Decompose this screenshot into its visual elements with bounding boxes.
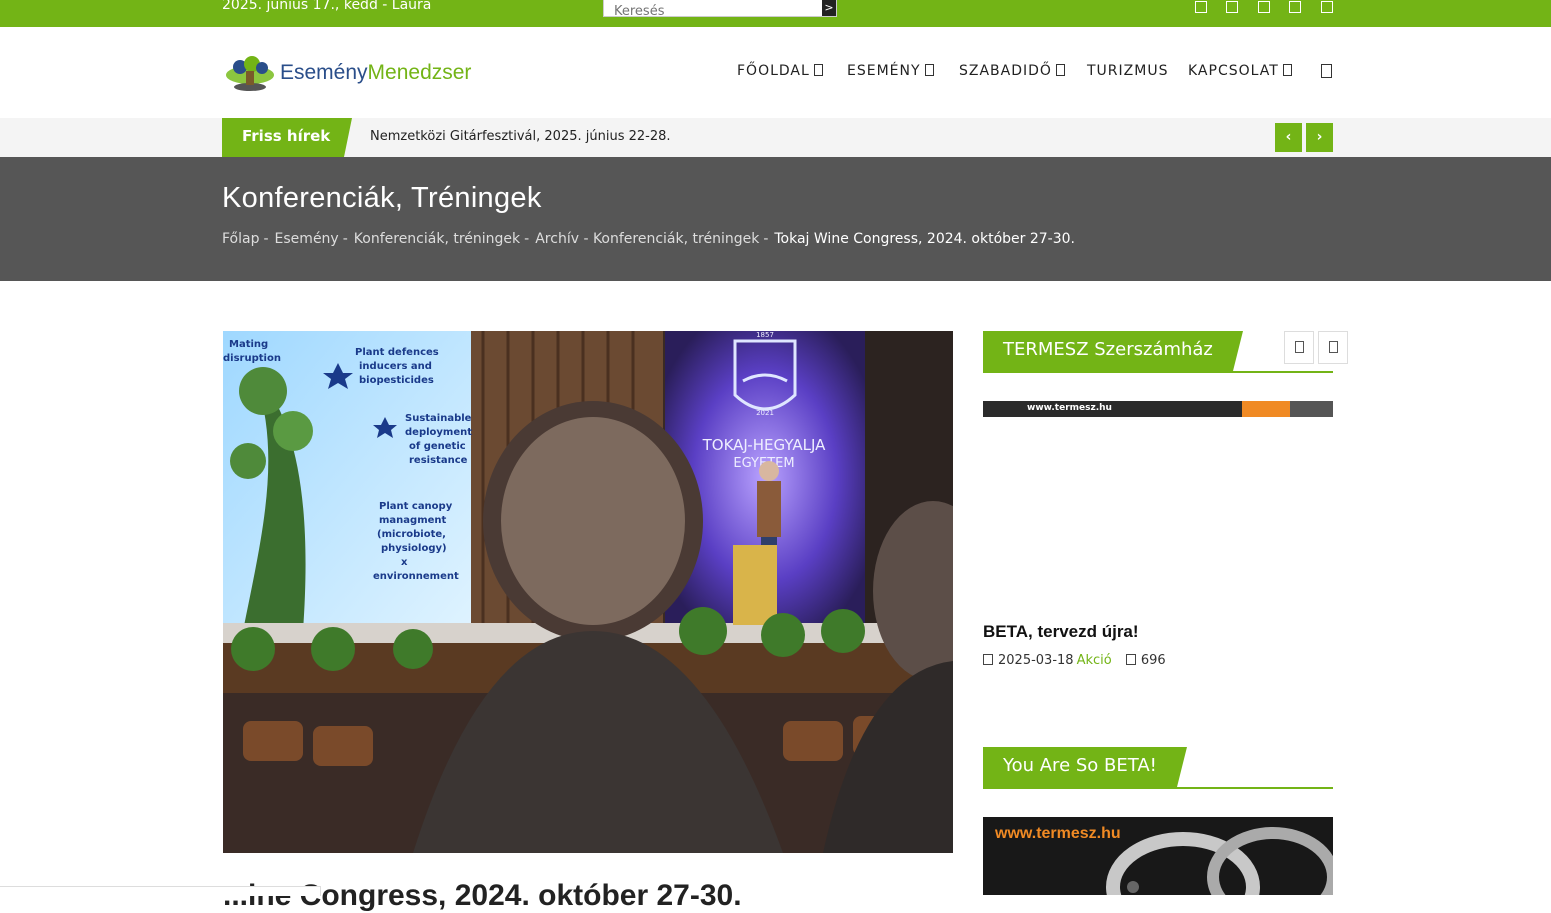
slide-text: physiology) — [381, 543, 447, 554]
nav-item-szabadido[interactable]: SZABADIDŐ — [959, 63, 1065, 79]
post-date: 2025-03-18 — [998, 653, 1074, 668]
nav-item-fooldal[interactable]: FŐOLDAL — [737, 63, 823, 79]
slide-text: deployment — [405, 427, 472, 438]
search-button[interactable]: > — [822, 0, 836, 16]
ad-accent — [1242, 401, 1290, 417]
conference-photo: Mating disruption Plant defences inducer… — [223, 331, 953, 853]
widget-title: You Are So BETA! — [983, 747, 1187, 787]
chevron-down-icon — [924, 64, 934, 76]
slide-text: resistance — [409, 455, 468, 466]
sidebar-post-title[interactable]: BETA, tervezd újra! — [983, 622, 1139, 642]
instagram-icon[interactable] — [1289, 1, 1301, 13]
facebook-icon[interactable] — [1195, 1, 1207, 13]
slide-text: Plant defences — [355, 347, 439, 358]
logo-text: EseményMenedzser — [280, 61, 471, 85]
post-meta: 2025-03-18 Akció 696 — [983, 653, 1166, 668]
calendar-icon — [983, 654, 993, 665]
page-heading-band: Konferenciák, Tréningek Főlap - Esemény - Ko… — [0, 157, 1551, 281]
slide-text: disruption — [223, 353, 281, 364]
post-category[interactable]: Akció — [1077, 653, 1112, 668]
sidebar-widget-header: TERMESZ Szerszámház — [983, 331, 1333, 373]
breadcrumb-link-archiv[interactable]: Archív - Konferenciák, tréningek — [535, 231, 759, 247]
breadcrumb-separator: - — [342, 231, 348, 247]
eye-icon — [1125, 654, 1136, 665]
nav-item-label: KAPCSOLAT — [1188, 63, 1279, 79]
nav-item-label: FŐOLDAL — [737, 63, 810, 79]
nav-item-kapcsolat[interactable]: KAPCSOLAT — [1188, 63, 1292, 79]
slide-text: (microbiote, — [377, 529, 446, 540]
chevron-right-icon — [1329, 341, 1338, 353]
slide-text: x — [401, 557, 408, 568]
nav-item-label: SZABADIDŐ — [959, 63, 1052, 79]
article-title: ...ine Congress, 2024. október 27-30. — [223, 879, 742, 912]
chevron-down-icon — [1055, 64, 1065, 76]
search-box: > — [603, 0, 837, 20]
breadcrumb-link-folap[interactable]: Főlap — [222, 231, 259, 247]
slide-text: Plant canopy — [379, 501, 453, 512]
widget-title: TERMESZ Szerszámház — [983, 331, 1243, 371]
breadcrumb-link-esemeny[interactable]: Esemény — [275, 231, 339, 247]
slide-text: biopesticides — [359, 375, 434, 386]
banner-year: 2021 — [756, 409, 774, 417]
twitter-icon[interactable] — [1226, 1, 1238, 13]
breadcrumb-separator: - — [524, 231, 530, 247]
breadcrumb-link-konferenciak[interactable]: Konferenciák, tréningek — [354, 231, 520, 247]
chevron-down-icon — [813, 64, 823, 76]
article-featured-image: Mating disruption Plant defences inducer… — [223, 331, 953, 853]
current-date: 2025. június 17., kedd - Laura — [222, 0, 432, 13]
rss-icon[interactable] — [1321, 1, 1333, 13]
site-header: EseményMenedzser FŐOLDAL ESEMÉNY SZABADI… — [0, 27, 1551, 118]
breadcrumb-separator: - — [763, 231, 769, 247]
breadcrumb-separator: - — [263, 231, 269, 247]
sidebar-widget-header: You Are So BETA! — [983, 747, 1333, 789]
widget-next-button[interactable] — [1318, 331, 1348, 364]
chevron-left-icon — [1295, 341, 1304, 353]
nav-item-label: TURIZMUS — [1087, 63, 1169, 79]
slide-text: managment — [379, 515, 447, 526]
logo-text-part1: Esemény — [280, 61, 368, 84]
slide-text: Mating — [229, 339, 268, 350]
breadcrumb-current: Tokaj Wine Congress, 2024. október 27-30… — [774, 231, 1075, 247]
top-bar: 2025. június 17., kedd - Laura > — [0, 0, 1551, 27]
banner-title: TOKAJ-HEGYALJA — [702, 436, 827, 454]
ticker-next-button[interactable]: › — [1306, 123, 1333, 152]
ad-url: www.termesz.hu — [1027, 403, 1112, 413]
youtube-icon[interactable] — [1258, 1, 1270, 13]
sidebar-ad-image[interactable]: www.termesz.hu — [983, 817, 1333, 895]
site-logo[interactable]: EseményMenedzser — [224, 53, 484, 95]
banner-year-top: 1857 — [756, 331, 774, 339]
logo-emblem-icon — [226, 56, 274, 91]
logo-text-part2: Menedzser — [367, 61, 472, 84]
nav-item-turizmus[interactable]: TURIZMUS — [1087, 63, 1168, 79]
slide-text: of genetic — [409, 441, 466, 452]
ticker-label: Friss hírek — [222, 118, 352, 157]
widget-prev-button[interactable] — [1284, 331, 1314, 364]
ad-url: www.termesz.hu — [995, 825, 1121, 842]
slide-text: inducers and — [359, 361, 432, 372]
news-ticker: Friss hírek Nemzetközi Gitárfesztivál, 2… — [0, 118, 1551, 157]
nav-item-label: ESEMÉNY — [847, 63, 921, 79]
ticker-prev-button[interactable]: ‹ — [1275, 123, 1302, 152]
ad-accent — [1290, 401, 1333, 417]
ticker-headline[interactable]: Nemzetközi Gitárfesztivál, 2025. június … — [370, 129, 671, 144]
search-input[interactable] — [604, 3, 814, 20]
menu-search-icon[interactable] — [1321, 64, 1332, 78]
breadcrumb: Főlap - Esemény - Konferenciák, tréningek - Ar… — [222, 231, 1075, 247]
sidebar-ad-banner[interactable]: www.termesz.hu — [983, 401, 1333, 417]
page-title: Konferenciák, Tréningek — [222, 182, 542, 214]
slide-text: Sustainable — [405, 413, 472, 424]
slide-text: environnement — [373, 571, 459, 582]
nav-item-esemeny[interactable]: ESEMÉNY — [847, 63, 934, 79]
chevron-down-icon — [1282, 64, 1292, 76]
post-views: 696 — [1140, 653, 1166, 668]
